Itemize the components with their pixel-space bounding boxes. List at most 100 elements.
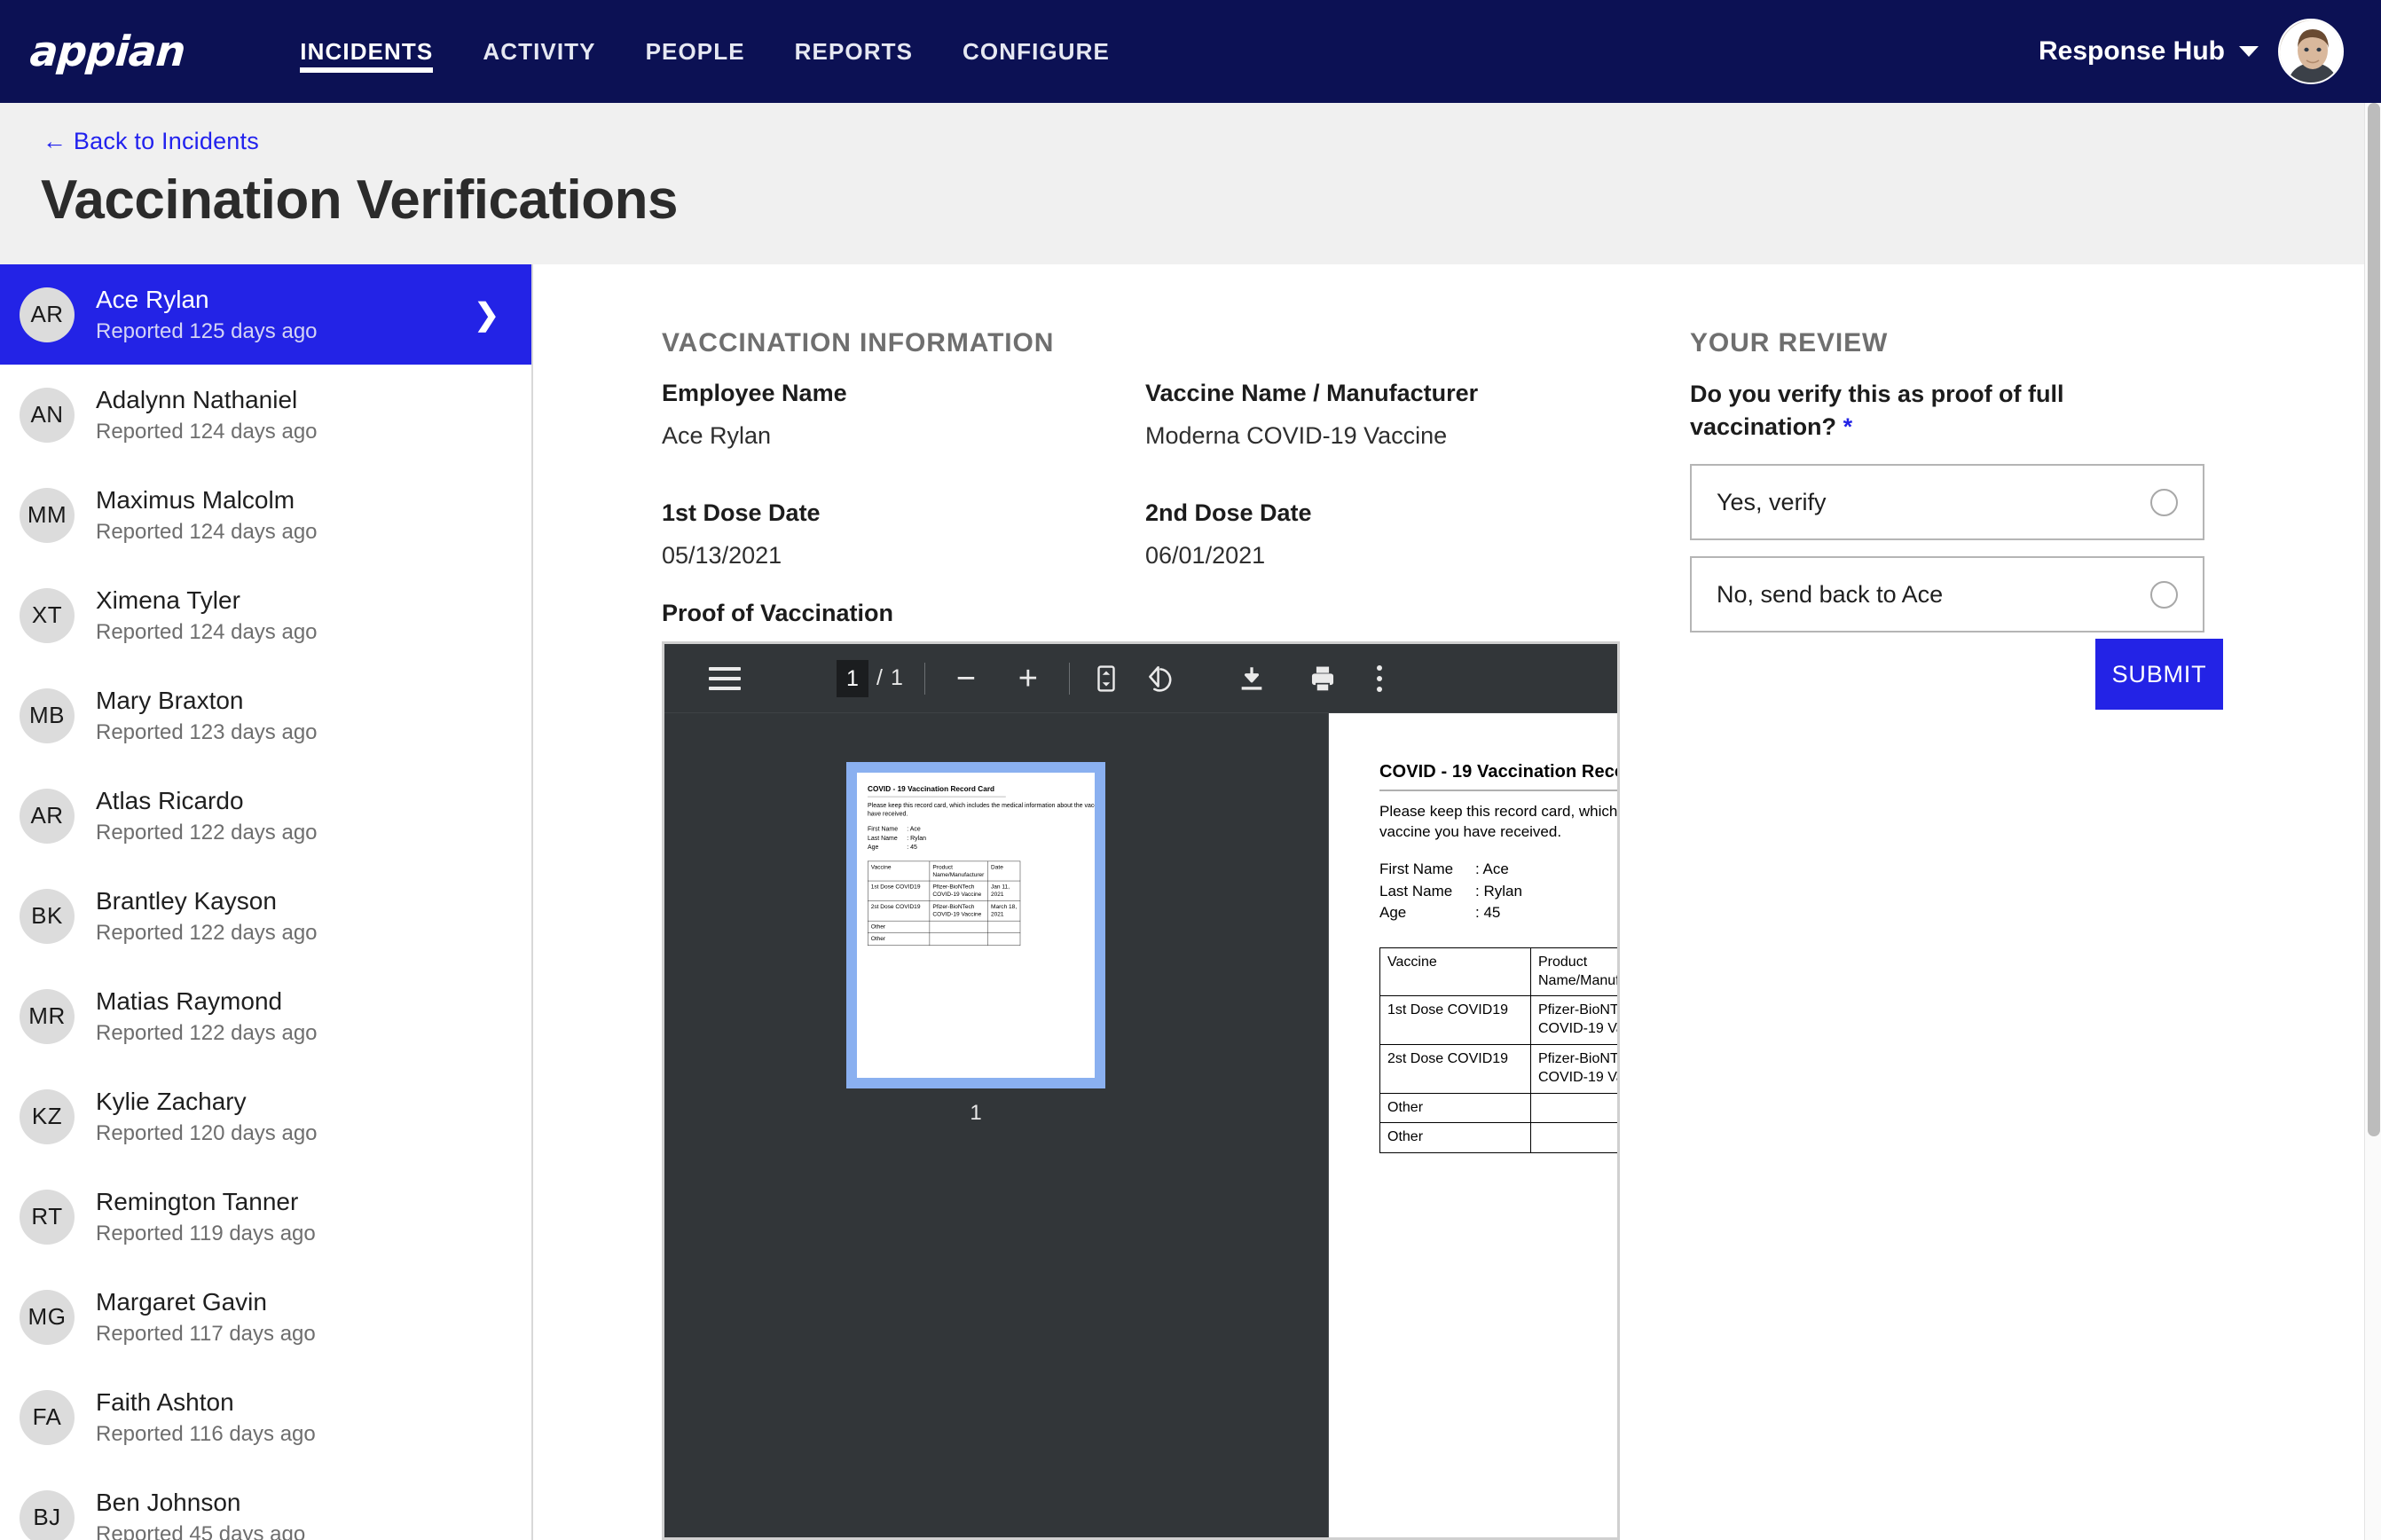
- radio-option-yes-verify[interactable]: Yes, verify: [1690, 464, 2204, 541]
- avatar-initials: BJ: [20, 1489, 75, 1540]
- list-item-faith-ashton[interactable]: FA Faith Ashton Reported 116 days ago: [0, 1367, 531, 1467]
- sidebar-toggle-icon[interactable]: [709, 661, 741, 696]
- table-cell: Pfizer-BioNTech COVID-19 Vaccine: [1530, 995, 1617, 1045]
- thumb-field-value: : Rylan: [907, 834, 926, 842]
- table-row: Other: [1379, 1092, 1617, 1124]
- list-item-reported: Reported 119 days ago: [96, 1221, 316, 1245]
- list-item-ximena-tyler[interactable]: XT Ximena Tyler Reported 124 days ago: [0, 565, 531, 665]
- field-value: Moderna COVID-19 Vaccine: [1145, 422, 1448, 449]
- back-to-incidents-link[interactable]: ← Back to Incidents: [43, 128, 259, 155]
- field-row-spacer: [662, 450, 1629, 499]
- list-item-reported: Reported 122 days ago: [96, 820, 318, 845]
- pdf-thumbnail-pane[interactable]: COVID - 19 Vaccination Record Card Pleas…: [664, 713, 1329, 1537]
- user-avatar[interactable]: [2278, 19, 2344, 84]
- page-title: Vaccination Verifications: [41, 169, 679, 231]
- list-item-name: Remington Tanner: [96, 1187, 299, 1215]
- list-item-adalynn-nathaniel[interactable]: AN Adalynn Nathaniel Reported 124 days a…: [0, 365, 531, 465]
- page-scrollbar-thumb[interactable]: [2368, 103, 2380, 1136]
- table-cell: [987, 920, 1021, 934]
- field-label: 2nd Dose Date: [1145, 499, 1312, 526]
- list-item-matias-raymond[interactable]: MR Matias Raymond Reported 122 days ago: [0, 966, 531, 1066]
- chevron-right-icon: ❯: [474, 297, 500, 332]
- pdf-viewer[interactable]: 1 / 1 − + COVID - 19 Vaccination Record …: [662, 641, 1620, 1540]
- list-item-mary-braxton[interactable]: MB Mary Braxton Reported 123 days ago: [0, 665, 531, 766]
- pdf-body: COVID - 19 Vaccination Record Card Pleas…: [664, 713, 1617, 1537]
- list-item-reported: Reported 45 days ago: [96, 1521, 306, 1540]
- pdf-thumbnail-page-1[interactable]: COVID - 19 Vaccination Record Card Pleas…: [846, 762, 1105, 1088]
- thumb-doc-rule: [868, 796, 1006, 798]
- table-cell: 1st Dose COVID19: [868, 880, 931, 901]
- list-item-name: Kylie Zachary: [96, 1087, 247, 1115]
- radio-option-label: Yes, verify: [1717, 488, 1827, 515]
- chevron-down-icon[interactable]: [2239, 46, 2259, 57]
- radio-option-no-send-back[interactable]: No, send back to Ace: [1690, 556, 2204, 633]
- page-scrollbar-track[interactable]: [2364, 103, 2381, 1540]
- required-marker: *: [1843, 412, 1853, 440]
- table-row: Other: [868, 920, 1021, 934]
- pdf-document-pane[interactable]: COVID - 19 Vaccination Record Card Pleas…: [1329, 713, 1617, 1537]
- fit-page-button[interactable]: [1091, 664, 1121, 694]
- list-item-name: Ximena Tyler: [96, 585, 240, 614]
- more-options-icon[interactable]: [1376, 664, 1382, 692]
- doc-intro: Please keep this record card, which incl…: [1379, 803, 1617, 840]
- nav-link-reports[interactable]: REPORTS: [770, 0, 938, 103]
- nav-link-configure[interactable]: CONFIGURE: [938, 0, 1135, 103]
- your-review-heading: YOUR REVIEW: [1690, 328, 1889, 358]
- list-item-reported: Reported 125 days ago: [96, 318, 318, 343]
- list-item-reported: Reported 117 days ago: [96, 1321, 316, 1346]
- list-item-ace-rylan[interactable]: AR Ace Rylan Reported 125 days ago ❯: [0, 264, 531, 365]
- table-header-cell: Vaccine: [868, 860, 931, 882]
- list-item-reported: Reported 122 days ago: [96, 1020, 318, 1045]
- table-cell: [929, 920, 988, 934]
- table-header-cell: Product Name/Manufacturer: [1530, 947, 1617, 997]
- doc-field-label: First Name: [1379, 860, 1454, 877]
- thumb-doc-title: COVID - 19 Vaccination Record Card: [868, 785, 995, 794]
- pdf-toolbar: 1 / 1 − +: [664, 644, 1617, 713]
- response-hub-label[interactable]: Response Hub: [2039, 36, 2225, 67]
- list-item-reported: Reported 124 days ago: [96, 619, 318, 644]
- table-row: Vaccine Product Name/Manufacturer Date: [1379, 947, 1617, 997]
- submit-button[interactable]: SUBMIT: [2095, 639, 2223, 710]
- avatar-initials: RT: [20, 1189, 75, 1245]
- zoom-out-button[interactable]: −: [947, 662, 986, 695]
- table-header-cell: Product Name/Manufacturer: [929, 860, 988, 882]
- list-item-margaret-gavin[interactable]: MG Margaret Gavin Reported 117 days ago: [0, 1267, 531, 1367]
- pdf-page-indicator: 1 / 1: [837, 659, 903, 697]
- nav-link-people[interactable]: PEOPLE: [621, 0, 770, 103]
- list-item-reported: Reported 124 days ago: [96, 419, 318, 444]
- zoom-in-button[interactable]: +: [1009, 662, 1048, 695]
- radio-button-icon[interactable]: [2150, 488, 2178, 516]
- rotate-button[interactable]: [1144, 664, 1175, 694]
- nav-link-activity[interactable]: ACTIVITY: [458, 0, 620, 103]
- toolbar-divider: [1068, 662, 1070, 695]
- radio-button-icon[interactable]: [2150, 580, 2178, 609]
- list-item-kylie-zachary[interactable]: KZ Kylie Zachary Reported 120 days ago: [0, 1066, 531, 1167]
- appian-logo[interactable]: appian: [28, 28, 186, 76]
- doc-field-value: : 45: [1475, 904, 1501, 922]
- print-button[interactable]: [1308, 664, 1338, 694]
- list-item-name: Ace Rylan: [96, 285, 209, 313]
- doc-field-value: : Ace: [1475, 860, 1509, 877]
- top-navigation-bar: appian INCIDENTS ACTIVITY PEOPLE REPORTS…: [0, 0, 2381, 103]
- field-value: 06/01/2021: [1145, 542, 1266, 569]
- field-value: Ace Rylan: [662, 422, 772, 449]
- list-item-atlas-ricardo[interactable]: AR Atlas Ricardo Reported 122 days ago: [0, 766, 531, 866]
- review-question-text: Do you verify this as proof of full vacc…: [1690, 381, 2064, 440]
- field-value: 05/13/2021: [662, 542, 782, 569]
- download-button[interactable]: [1237, 664, 1267, 694]
- verification-list-sidebar[interactable]: AR Ace Rylan Reported 125 days ago ❯ AN …: [0, 264, 533, 1540]
- pdf-page-number-input[interactable]: 1: [837, 659, 868, 697]
- list-item-name: Faith Ashton: [96, 1387, 234, 1416]
- vaccination-information-fields: Employee Name Ace Rylan Vaccine Name / M…: [662, 380, 1629, 570]
- avatar-initials: MM: [20, 487, 75, 543]
- list-item-remington-tanner[interactable]: RT Remington Tanner Reported 119 days ag…: [0, 1167, 531, 1267]
- list-item-maximus-malcolm[interactable]: MM Maximus Malcolm Reported 124 days ago: [0, 465, 531, 565]
- avatar-portrait-icon: [2280, 20, 2342, 82]
- table-cell: Other: [1379, 1122, 1531, 1154]
- list-item-brantley-kayson[interactable]: BK Brantley Kayson Reported 122 days ago: [0, 866, 531, 966]
- field-vaccine-name: Vaccine Name / Manufacturer Moderna COVI…: [1145, 380, 1629, 450]
- nav-link-incidents[interactable]: INCIDENTS: [275, 0, 458, 103]
- table-header-cell: Vaccine: [1379, 947, 1531, 997]
- page-header: ← Back to Incidents Vaccination Verifica…: [0, 103, 2364, 264]
- list-item-ben-johnson[interactable]: BJ Ben Johnson Reported 45 days ago: [0, 1467, 531, 1540]
